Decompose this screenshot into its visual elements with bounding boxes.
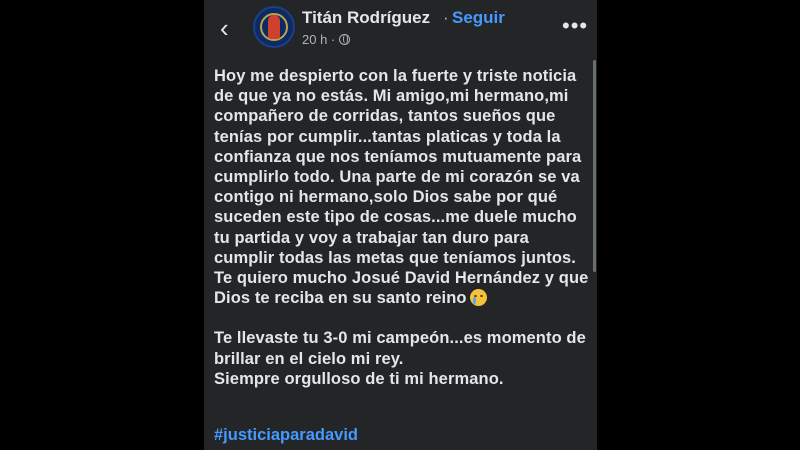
- header-separator: ·: [443, 8, 449, 27]
- post-meta: 20 h ·: [302, 32, 351, 47]
- scrollbar[interactable]: [593, 60, 596, 272]
- post-panel: ‹ Titán Rodríguez · Seguir 20 h · ••• Ho…: [204, 0, 597, 450]
- hashtag-link[interactable]: #justiciaparadavid: [214, 426, 358, 445]
- post-time: 20 h ·: [302, 32, 336, 47]
- post-paragraph: Te quiero mucho Josué David Hernández y …: [214, 268, 589, 308]
- post-paragraph: Hoy me despierto con la fuerte y triste …: [214, 67, 586, 267]
- post-body: Hoy me despierto con la fuerte y triste …: [214, 66, 589, 389]
- crying-face-emoji-icon: [469, 289, 487, 307]
- post-paragraph: Siempre orgulloso de ti mi hermano.: [214, 369, 504, 388]
- author-name[interactable]: Titán Rodríguez: [302, 8, 430, 28]
- follow-button[interactable]: Seguir: [452, 8, 505, 28]
- post-paragraph-text: Te quiero mucho Josué David Hernández y …: [214, 269, 594, 308]
- avatar-figure: [268, 15, 280, 39]
- avatar[interactable]: [253, 6, 295, 48]
- globe-icon: [339, 34, 351, 45]
- more-horizontal-icon[interactable]: •••: [562, 14, 588, 38]
- right-letterbox: [597, 0, 800, 450]
- left-letterbox: [0, 0, 204, 450]
- chevron-left-icon[interactable]: ‹: [220, 15, 240, 41]
- post-paragraph: Te llevaste tu 3-0 mi campeón...es momen…: [214, 329, 591, 368]
- post-header: ‹ Titán Rodríguez · Seguir 20 h · •••: [204, 0, 597, 56]
